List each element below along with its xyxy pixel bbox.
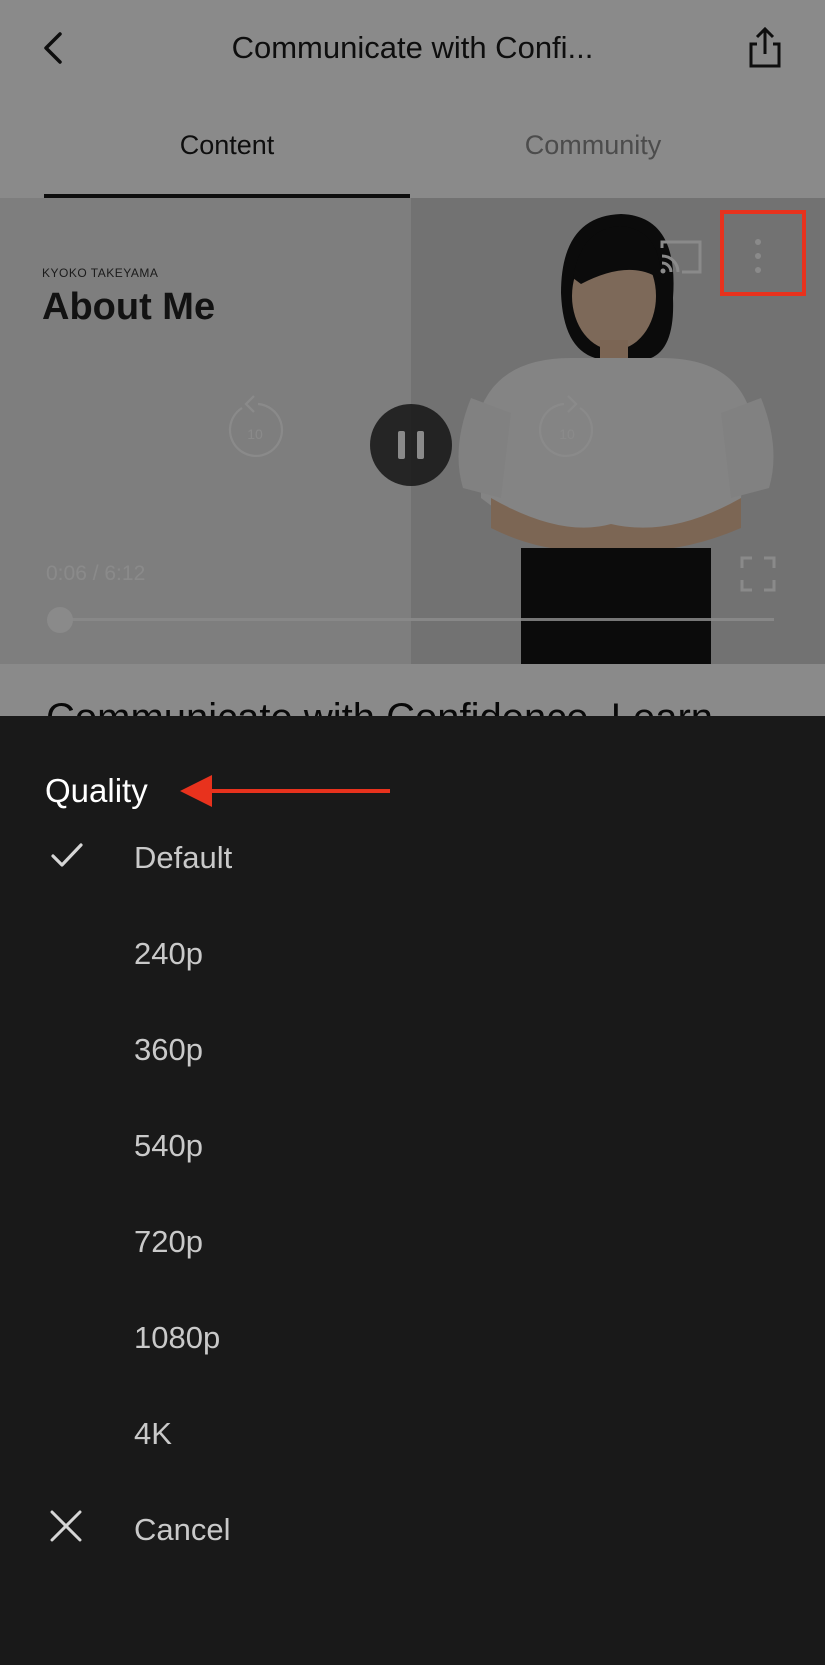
annotation-highlight-box: [720, 210, 806, 296]
quality-option-label: 540p: [134, 1128, 203, 1163]
quality-option-540p[interactable]: 540p: [0, 1098, 825, 1194]
close-icon: [50, 1510, 82, 1542]
quality-option-label: 1080p: [134, 1320, 221, 1355]
cancel-label: Cancel: [134, 1512, 231, 1547]
quality-option-720p[interactable]: 720p: [0, 1194, 825, 1290]
cancel-button[interactable]: Cancel: [0, 1482, 825, 1578]
sheet-title: Quality: [45, 772, 148, 809]
quality-option-240p[interactable]: 240p: [0, 906, 825, 1002]
quality-option-label: 360p: [134, 1032, 203, 1067]
checkmark-icon: [51, 843, 83, 867]
quality-option-360p[interactable]: 360p: [0, 1002, 825, 1098]
annotation-arrow-icon: [180, 775, 390, 807]
quality-option-label: Default: [134, 840, 233, 875]
quality-option-1080p[interactable]: 1080p: [0, 1290, 825, 1386]
quality-option-label: 240p: [134, 936, 203, 971]
quality-option-label: 4K: [134, 1416, 172, 1451]
quality-option-label: 720p: [134, 1224, 203, 1259]
quality-sheet: Quality Default 240p 360p 540p 720p 1080…: [0, 716, 825, 1665]
quality-option-4k[interactable]: 4K: [0, 1386, 825, 1482]
quality-option-default[interactable]: Default: [0, 810, 825, 906]
